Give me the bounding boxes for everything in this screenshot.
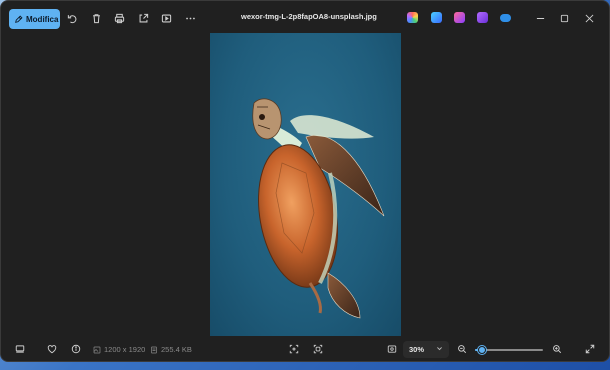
info-icon[interactable] bbox=[69, 342, 83, 356]
share-icon[interactable] bbox=[136, 11, 150, 25]
slideshow-icon[interactable] bbox=[159, 11, 173, 25]
zoom-in-icon[interactable] bbox=[550, 342, 564, 356]
maximize-icon bbox=[560, 14, 568, 22]
turtle-photo bbox=[210, 33, 401, 336]
zoom-slider[interactable] bbox=[475, 346, 543, 354]
designer-icon[interactable] bbox=[431, 12, 442, 23]
zoom-slider-thumb[interactable] bbox=[478, 346, 486, 354]
clipchamp-icon[interactable] bbox=[454, 12, 465, 23]
zoom-dropdown[interactable]: 30% bbox=[403, 341, 449, 358]
zoom-out-icon[interactable] bbox=[455, 342, 469, 356]
zoom-value: 30% bbox=[409, 345, 425, 354]
onedrive-icon[interactable] bbox=[500, 14, 511, 22]
dimensions-text: 1200 x 1920 bbox=[104, 345, 146, 354]
crop-fit-icon[interactable] bbox=[287, 342, 301, 356]
chevron-down-icon bbox=[437, 347, 442, 351]
edit-button-label: Modifica bbox=[26, 14, 59, 24]
print-icon[interactable] bbox=[112, 11, 126, 25]
file-name-title: wexor-tmg-L-2p8fapOA8-unsplash.jpg bbox=[241, 12, 377, 21]
filmstrip-icon[interactable] bbox=[13, 342, 27, 356]
actual-size-icon[interactable] bbox=[385, 342, 399, 356]
delete-icon[interactable] bbox=[89, 11, 103, 25]
edit-button[interactable]: Modifica bbox=[9, 9, 60, 29]
turtle-illustration bbox=[252, 98, 385, 319]
minimize-icon bbox=[536, 17, 544, 19]
edit-icon bbox=[15, 14, 23, 23]
close-icon bbox=[585, 14, 593, 22]
file-size-icon bbox=[151, 346, 157, 353]
image-dimensions: 1200 x 1920 bbox=[93, 345, 145, 354]
copilot-icon[interactable] bbox=[407, 12, 418, 23]
title-bar: Modifica wexor-tmg-L-2p8fapOA8-unsplash.… bbox=[1, 1, 609, 35]
maximize-button[interactable] bbox=[555, 9, 573, 27]
visual-search-icon[interactable] bbox=[311, 342, 325, 356]
rotate-icon[interactable] bbox=[65, 11, 79, 25]
file-size: 255.4 KB bbox=[150, 345, 192, 354]
photos-window: Modifica wexor-tmg-L-2p8fapOA8-unsplash.… bbox=[0, 0, 610, 362]
fullscreen-icon[interactable] bbox=[583, 342, 597, 356]
close-button[interactable] bbox=[580, 9, 598, 27]
file-size-text: 255.4 KB bbox=[161, 345, 192, 354]
favorite-icon[interactable] bbox=[45, 342, 59, 356]
clipchamp-video-icon[interactable] bbox=[477, 12, 488, 23]
minimize-button[interactable] bbox=[531, 9, 549, 27]
more-icon[interactable] bbox=[183, 11, 197, 25]
dimensions-icon bbox=[93, 346, 101, 353]
